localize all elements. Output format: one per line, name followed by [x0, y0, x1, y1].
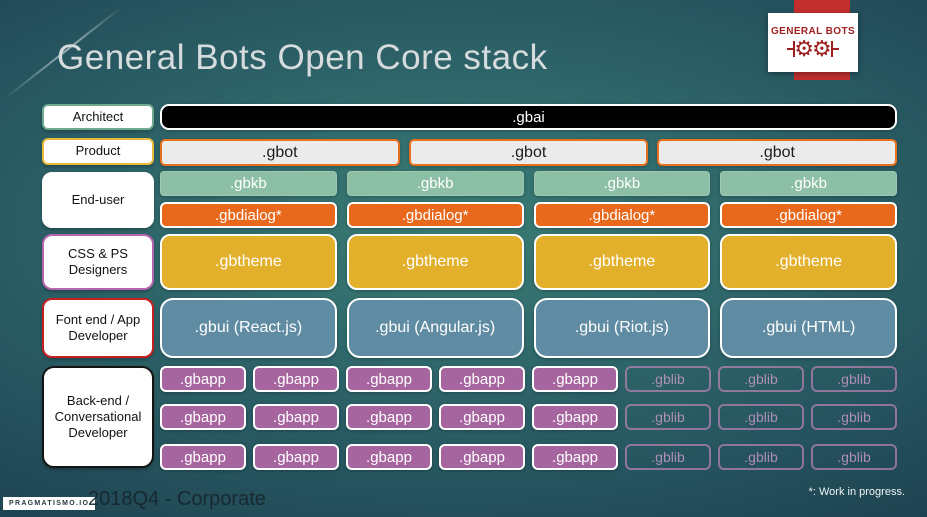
row-backend-3: .gbapp .gbapp .gbapp .gbapp .gbapp .gbli…: [160, 444, 897, 470]
gblib-box: .gblib: [625, 404, 711, 430]
gbapp-box: .gbapp: [160, 366, 246, 392]
gbapp-box: .gbapp: [253, 404, 339, 430]
footer-caption: 2018Q4 - Corporate: [88, 488, 266, 510]
gbapp-box: .gbapp: [160, 444, 246, 470]
gbui-box: .gbui (Angular.js): [346, 298, 524, 358]
gbdialog-box: .gbdialog*: [720, 202, 897, 228]
row-label-frontend-developer: Font end / App Developer: [42, 298, 154, 358]
gear-icon: ⚙: [812, 35, 832, 61]
row-label-backend-developer: Back-end / Conversational Developer: [42, 366, 154, 468]
row-gbdialog: .gbdialog* .gbdialog* .gbdialog* .gbdial…: [160, 202, 897, 228]
logo-name: GENERAL BOTS: [770, 25, 856, 37]
gblib-box: .gblib: [625, 366, 711, 392]
gbkb-box: .gbkb: [533, 171, 711, 196]
row-gbui: .gbui (React.js) .gbui (Angular.js) .gbu…: [160, 298, 897, 358]
gbapp-box: .gbapp: [346, 366, 432, 392]
gbai-box: .gbai: [160, 104, 897, 130]
general-bots-logo: GENERAL BOTS ⚙ ⚙: [768, 13, 858, 72]
gbapp-box: .gbapp: [253, 366, 339, 392]
row-label-architect: Architect: [42, 104, 154, 130]
row-backend-1: .gbapp .gbapp .gbapp .gbapp .gbapp .gbli…: [160, 366, 897, 392]
gbui-box: .gbui (HTML): [720, 298, 897, 358]
gblib-box: .gblib: [718, 366, 804, 392]
pragmatismo-logo: PRAGMATISMO.IO: [3, 497, 96, 510]
row-label-designers: CSS & PS Designers: [42, 234, 154, 290]
gear-line-right: [832, 47, 839, 50]
gbkb-box: .gbkb: [720, 171, 897, 196]
row-gbtheme: .gbtheme .gbtheme .gbtheme .gbtheme: [160, 234, 897, 290]
gbot-box: .gbot: [657, 139, 898, 166]
gears-icon: ⚙ ⚙: [787, 35, 839, 61]
row-gbkb: .gbkb .gbkb .gbkb .gbkb: [160, 171, 897, 196]
gbapp-box: .gbapp: [439, 366, 525, 392]
gbapp-box: .gbapp: [346, 404, 432, 430]
gblib-box: .gblib: [811, 404, 897, 430]
gblib-box: .gblib: [811, 444, 897, 470]
row-gbai: .gbai: [160, 104, 897, 130]
gbapp-box: .gbapp: [346, 444, 432, 470]
gbapp-box: .gbapp: [253, 444, 339, 470]
gblib-box: .gblib: [811, 366, 897, 392]
gbdialog-box: .gbdialog*: [160, 202, 337, 228]
row-backend-2: .gbapp .gbapp .gbapp .gbapp .gbapp .gbli…: [160, 404, 897, 430]
gbui-box: .gbui (Riot.js): [533, 298, 711, 358]
gbapp-box: .gbapp: [532, 444, 618, 470]
gblib-box: .gblib: [625, 444, 711, 470]
gbot-box: .gbot: [160, 139, 400, 166]
gbapp-box: .gbapp: [439, 404, 525, 430]
gbdialog-box: .gbdialog*: [346, 202, 524, 228]
gbdialog-box: .gbdialog*: [533, 202, 711, 228]
gbtheme-box: .gbtheme: [346, 234, 524, 290]
gbapp-box: .gbapp: [160, 404, 246, 430]
gblib-box: .gblib: [718, 444, 804, 470]
gbot-box: .gbot: [408, 139, 649, 166]
gbtheme-box: .gbtheme: [160, 234, 337, 290]
slide: General Bots Open Core stack GENERAL BOT…: [0, 0, 927, 517]
row-label-end-user: End-user: [42, 172, 154, 228]
gbkb-box: .gbkb: [160, 171, 337, 196]
gbapp-box: .gbapp: [439, 444, 525, 470]
gbui-box: .gbui (React.js): [160, 298, 337, 358]
page-title: General Bots Open Core stack: [57, 38, 548, 77]
gbtheme-box: .gbtheme: [533, 234, 711, 290]
work-in-progress-note: *: Work in progress.: [808, 486, 905, 498]
gbapp-box: .gbapp: [532, 366, 618, 392]
gbtheme-box: .gbtheme: [720, 234, 897, 290]
row-label-product: Product: [42, 138, 154, 165]
gblib-box: .gblib: [718, 404, 804, 430]
gbkb-box: .gbkb: [346, 171, 524, 196]
row-gbot: .gbot .gbot .gbot: [160, 139, 898, 166]
gbapp-box: .gbapp: [532, 404, 618, 430]
